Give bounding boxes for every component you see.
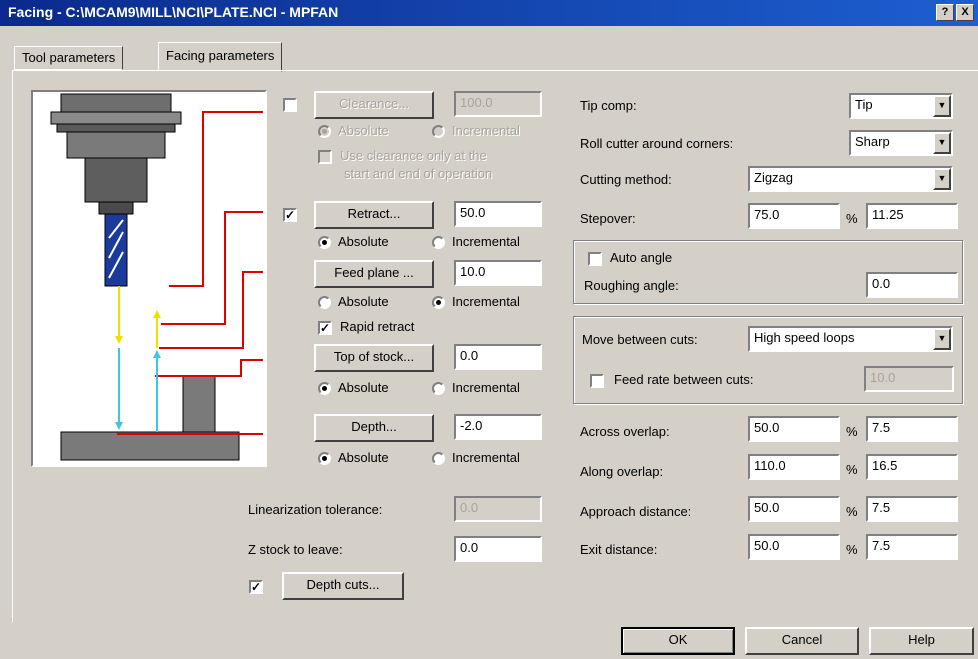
top-of-stock-absolute-radio[interactable]	[318, 382, 331, 395]
retract-field[interactable]: 50.0	[454, 201, 542, 227]
feed-between-checkbox[interactable]	[590, 374, 604, 388]
approach-value-field[interactable]: 7.5	[866, 496, 958, 522]
top-of-stock-button[interactable]: Top of stock...	[314, 344, 434, 372]
tool-diagram	[31, 90, 267, 467]
cutting-method-value: Zigzag	[754, 170, 794, 185]
move-between-value: High speed loops	[754, 330, 855, 345]
feed-between-label: Feed rate between cuts:	[614, 372, 754, 387]
auto-angle-label: Auto angle	[610, 250, 673, 265]
top-of-stock-absolute-label: Absolute	[338, 380, 389, 395]
depth-absolute-radio[interactable]	[318, 452, 331, 465]
exit-value-field[interactable]: 7.5	[866, 534, 958, 560]
along-overlap-value-field[interactable]: 16.5	[866, 454, 958, 480]
exit-percent-field[interactable]: 50.0	[748, 534, 840, 560]
feed-plane-incremental-radio[interactable]	[432, 296, 445, 309]
lin-tol-field[interactable]: 0.0	[454, 496, 542, 522]
cancel-button[interactable]: Cancel	[745, 627, 859, 655]
across-overlap-label: Across overlap:	[580, 424, 670, 439]
stepover-label: Stepover:	[580, 211, 636, 226]
rapid-retract-checkbox[interactable]: ✓	[318, 321, 332, 335]
top-of-stock-incremental-label: Incremental	[452, 380, 520, 395]
clearance-absolute-label: Absolute	[338, 123, 389, 138]
tip-comp-select[interactable]: Tip ▼	[849, 93, 953, 119]
top-of-stock-incremental-radio[interactable]	[432, 382, 445, 395]
exit-pct-label: %	[846, 542, 858, 557]
tab-facing-parameters[interactable]: Facing parameters	[158, 42, 283, 72]
ok-button[interactable]: OK	[621, 627, 735, 655]
retract-incremental-radio[interactable]	[432, 236, 445, 249]
across-overlap-percent-field[interactable]: 50.0	[748, 416, 840, 442]
rapid-retract-label: Rapid retract	[340, 319, 415, 334]
approach-distance-label: Approach distance:	[580, 504, 692, 519]
chevron-down-icon[interactable]: ▼	[933, 168, 951, 190]
cutting-method-select[interactable]: Zigzag ▼	[748, 166, 953, 192]
roughing-angle-label: Roughing angle:	[584, 278, 679, 293]
stepover-value-field[interactable]: 11.25	[866, 203, 958, 229]
stepover-pct-label: %	[846, 211, 858, 226]
roughing-angle-field[interactable]: 0.0	[866, 272, 958, 298]
retract-incremental-label: Incremental	[452, 234, 520, 249]
retract-absolute-radio[interactable]	[318, 236, 331, 249]
along-overlap-label: Along overlap:	[580, 464, 664, 479]
clearance-absolute-radio[interactable]	[318, 125, 331, 138]
roll-cutter-select[interactable]: Sharp ▼	[849, 130, 953, 156]
across-overlap-value-field[interactable]: 7.5	[866, 416, 958, 442]
window-title: Facing - C:\MCAM9\MILL\NCI\PLATE.NCI - M…	[8, 4, 339, 20]
depth-cuts-checkbox[interactable]: ✓	[249, 580, 263, 594]
depth-cuts-button[interactable]: Depth cuts...	[282, 572, 404, 600]
depth-absolute-label: Absolute	[338, 450, 389, 465]
auto-angle-checkbox[interactable]	[588, 252, 602, 266]
feed-plane-absolute-label: Absolute	[338, 294, 389, 309]
use-clearance-label-1: Use clearance only at the	[340, 148, 487, 163]
tip-comp-label: Tip comp:	[580, 98, 637, 113]
tool-diagram-svg	[50, 93, 263, 461]
top-of-stock-field[interactable]: 0.0	[454, 344, 542, 370]
use-clearance-checkbox[interactable]	[318, 150, 332, 164]
along-overlap-pct-label: %	[846, 462, 858, 477]
cutting-method-label: Cutting method:	[580, 172, 672, 187]
stepover-percent-field[interactable]: 75.0	[748, 203, 840, 229]
chevron-down-icon[interactable]: ▼	[933, 132, 951, 154]
clearance-incremental-radio[interactable]	[432, 125, 445, 138]
exit-distance-label: Exit distance:	[580, 542, 658, 557]
approach-percent-field[interactable]: 50.0	[748, 496, 840, 522]
approach-pct-label: %	[846, 504, 858, 519]
move-between-select[interactable]: High speed loops ▼	[748, 326, 953, 352]
roll-cutter-label: Roll cutter around corners:	[580, 136, 734, 151]
chevron-down-icon[interactable]: ▼	[933, 95, 951, 117]
feed-plane-incremental-label: Incremental	[452, 294, 520, 309]
tip-comp-value: Tip	[855, 97, 873, 112]
retract-button[interactable]: Retract...	[314, 201, 434, 229]
depth-incremental-radio[interactable]	[432, 452, 445, 465]
use-clearance-label-2: start and end of operation	[344, 166, 493, 181]
chevron-down-icon[interactable]: ▼	[933, 328, 951, 350]
title-bar: Facing - C:\MCAM9\MILL\NCI\PLATE.NCI - M…	[0, 0, 978, 26]
z-stock-field[interactable]: 0.0	[454, 536, 542, 562]
clearance-button[interactable]: Clearance...	[314, 91, 434, 119]
clearance-field[interactable]: 100.0	[454, 91, 542, 117]
along-overlap-percent-field[interactable]: 110.0	[748, 454, 840, 480]
depth-field[interactable]: -2.0	[454, 414, 542, 440]
clearance-incremental-label: Incremental	[452, 123, 520, 138]
feed-plane-button[interactable]: Feed plane ...	[314, 260, 434, 288]
feed-between-field[interactable]: 10.0	[864, 366, 954, 392]
help-button[interactable]: Help	[869, 627, 974, 655]
clearance-checkbox[interactable]	[283, 98, 297, 112]
roll-cutter-value: Sharp	[855, 134, 890, 149]
depth-incremental-label: Incremental	[452, 450, 520, 465]
depth-button[interactable]: Depth...	[314, 414, 434, 442]
tab-tool-parameters[interactable]: Tool parameters	[14, 46, 124, 70]
close-title-button[interactable]: X	[956, 4, 974, 21]
feed-plane-absolute-radio[interactable]	[318, 296, 331, 309]
retract-checkbox[interactable]: ✓	[283, 208, 297, 222]
lin-tol-label: Linearization tolerance:	[248, 502, 383, 517]
retract-absolute-label: Absolute	[338, 234, 389, 249]
move-between-label: Move between cuts:	[582, 332, 698, 347]
help-title-button[interactable]: ?	[936, 4, 954, 21]
across-overlap-pct-label: %	[846, 424, 858, 439]
feed-plane-field[interactable]: 10.0	[454, 260, 542, 286]
z-stock-label: Z stock to leave:	[248, 542, 343, 557]
